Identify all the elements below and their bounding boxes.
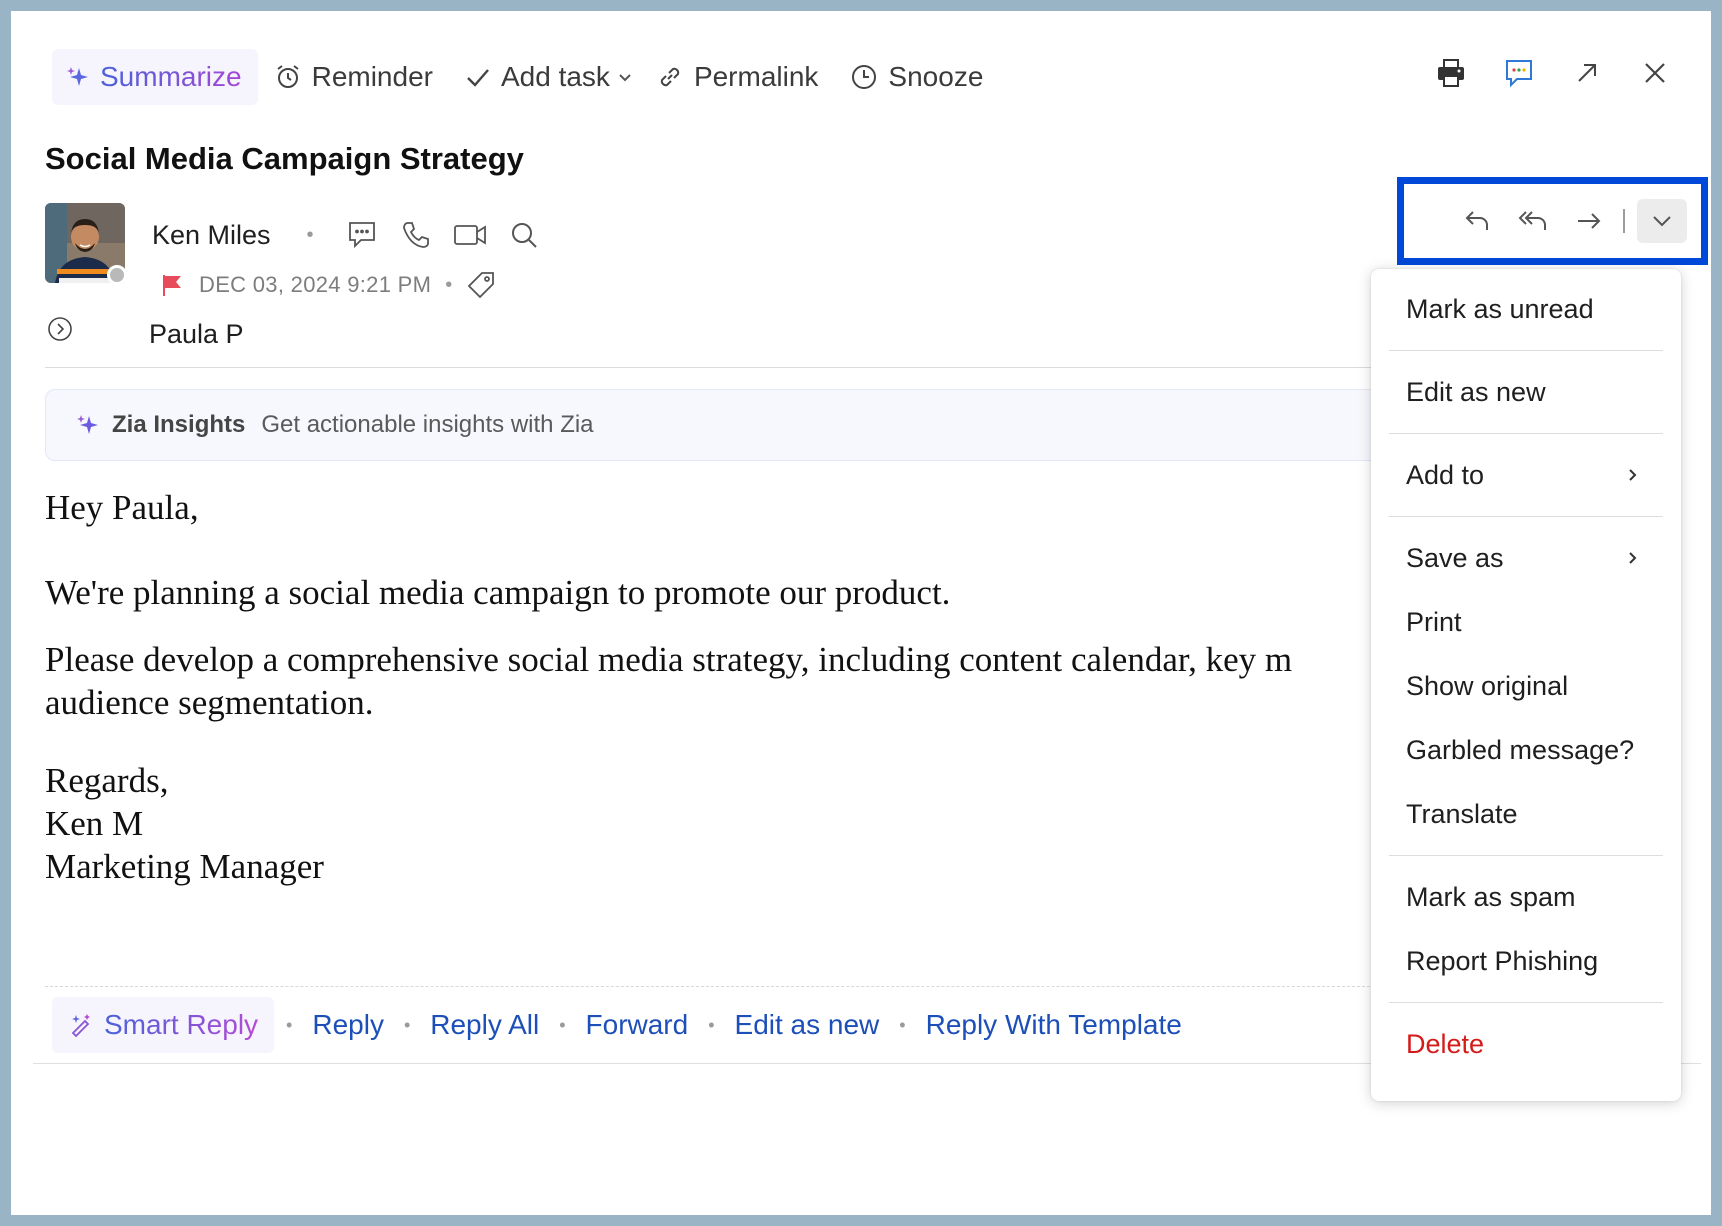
sparkle-icon [76, 413, 100, 437]
separator-dot: • [306, 223, 314, 246]
separator-dot: • [286, 1014, 293, 1035]
close-icon[interactable] [1635, 53, 1675, 93]
permalink-button[interactable]: Permalink [640, 49, 834, 105]
more-actions-chevron-icon[interactable] [1637, 199, 1687, 243]
sender-name[interactable]: Ken Miles [152, 220, 271, 251]
reply-all-icon[interactable] [1511, 199, 1555, 243]
recipient-name[interactable]: Paula P [149, 319, 244, 350]
menu-item-delete[interactable]: Delete [1371, 1012, 1681, 1076]
separator-dot: • [403, 1014, 411, 1035]
summarize-button[interactable]: Summarize [52, 49, 258, 105]
snooze-button[interactable]: Snooze [834, 49, 999, 105]
menu-item-report-phishing[interactable]: Report Phishing [1371, 929, 1681, 993]
video-call-icon[interactable] [450, 215, 490, 255]
reply-icon[interactable] [1455, 199, 1499, 243]
phone-icon[interactable] [396, 215, 436, 255]
forward-link[interactable]: Forward [578, 1009, 697, 1041]
zia-insights-bar[interactable]: Zia Insights Get actionable insights wit… [45, 389, 1465, 461]
email-date: DEC 03, 2024 9:21 PM [199, 272, 432, 297]
menu-item-label: Save as [1406, 542, 1504, 573]
reply-bar: Smart Reply • Reply • Reply All • Forwar… [52, 996, 1190, 1054]
smart-reply-label: Smart Reply [104, 1009, 259, 1040]
reply-all-link[interactable]: Reply All [422, 1009, 547, 1041]
menu-item-label: Add to [1406, 459, 1485, 490]
separator-dot: • [445, 273, 453, 296]
sparkle-icon [66, 65, 90, 89]
email-window: Summarize Reminder Add task Permalink Sn… [11, 11, 1711, 1215]
permalink-label: Permalink [693, 61, 819, 92]
more-actions-menu: Mark as unread Edit as new Add to Save a… [1371, 269, 1681, 1101]
chat-icon[interactable] [1499, 53, 1539, 93]
smart-reply-button[interactable]: Smart Reply [52, 997, 275, 1053]
chevron-down-icon [616, 68, 634, 86]
expand-recipients-icon[interactable] [45, 314, 75, 344]
reminder-button[interactable]: Reminder [258, 49, 449, 105]
menu-item-garbled-message[interactable]: Garbled message? [1371, 718, 1681, 782]
window-controls [1431, 53, 1675, 93]
pop-out-icon[interactable] [1567, 53, 1607, 93]
menu-item-show-original[interactable]: Show original [1371, 654, 1681, 718]
reminder-label: Reminder [311, 61, 433, 92]
chevron-right-icon [1623, 463, 1643, 487]
message-icon[interactable] [342, 215, 382, 255]
menu-divider [1389, 516, 1663, 517]
menu-item-print[interactable]: Print [1371, 590, 1681, 654]
divider [45, 986, 1385, 987]
alarm-clock-icon [274, 63, 302, 91]
reply-with-template-link[interactable]: Reply With Template [918, 1009, 1190, 1041]
email-subject: Social Media Campaign Strategy [45, 141, 524, 176]
tag-icon[interactable] [466, 270, 496, 300]
email-meta: DEC 03, 2024 9:21 PM • [159, 267, 496, 303]
zia-title: Zia Insights [112, 411, 246, 438]
clock-icon [850, 63, 878, 91]
menu-item-save-as[interactable]: Save as [1371, 526, 1681, 590]
link-icon [656, 63, 684, 91]
menu-divider [1389, 350, 1663, 351]
print-icon[interactable] [1431, 53, 1471, 93]
zia-subtitle: Get actionable insights with Zia [261, 411, 594, 438]
menu-item-add-to[interactable]: Add to [1371, 443, 1681, 507]
sender-row: Ken Miles • [152, 213, 544, 257]
reply-link[interactable]: Reply [304, 1009, 392, 1041]
add-task-dropdown[interactable] [616, 49, 640, 105]
snooze-label: Snooze [888, 61, 984, 92]
separator-dot: • [899, 1014, 906, 1035]
menu-divider [1389, 1002, 1663, 1003]
search-icon[interactable] [504, 215, 544, 255]
separator-dot: • [708, 1014, 715, 1035]
menu-divider [1389, 855, 1663, 856]
check-icon [465, 64, 491, 90]
toolbar-separator [1623, 209, 1625, 233]
quick-actions-highlight [1397, 177, 1708, 265]
edit-as-new-link[interactable]: Edit as new [727, 1009, 888, 1041]
menu-divider [1389, 433, 1663, 434]
summarize-label: Summarize [100, 61, 242, 92]
menu-item-edit-as-new[interactable]: Edit as new [1371, 360, 1681, 424]
menu-item-mark-spam[interactable]: Mark as spam [1371, 865, 1681, 929]
flag-icon[interactable] [159, 272, 185, 298]
separator-dot: • [559, 1014, 566, 1035]
presence-status-dot [107, 265, 127, 285]
menu-item-mark-unread[interactable]: Mark as unread [1371, 277, 1681, 341]
chevron-right-icon [1623, 546, 1643, 570]
add-task-button[interactable]: Add task [449, 49, 626, 105]
email-toolbar: Summarize Reminder Add task Permalink Sn… [52, 49, 999, 105]
add-task-label: Add task [500, 61, 610, 92]
divider [45, 367, 1385, 368]
menu-item-translate[interactable]: Translate [1371, 782, 1681, 846]
forward-icon[interactable] [1567, 199, 1611, 243]
magic-pen-icon [68, 1012, 94, 1038]
